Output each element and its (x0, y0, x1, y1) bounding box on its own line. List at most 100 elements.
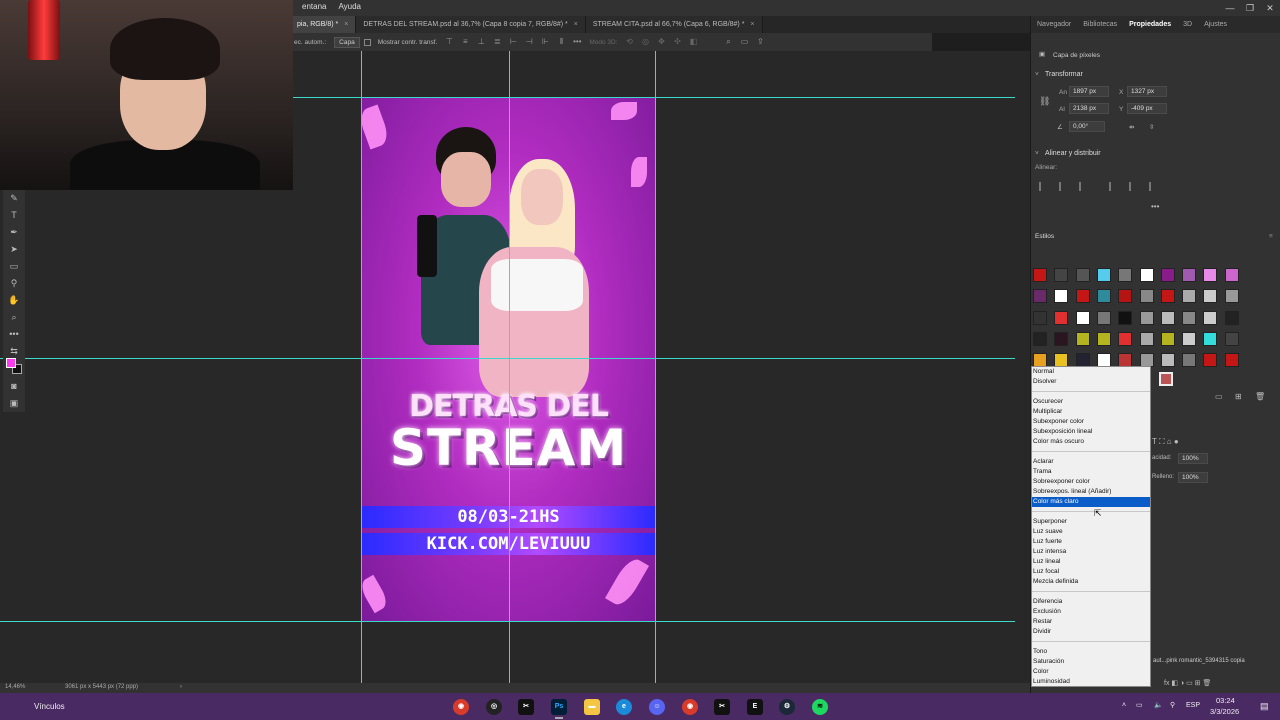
blend-mode-item[interactable]: Disolver (1032, 377, 1150, 387)
style-swatch[interactable] (1118, 289, 1133, 304)
style-swatch[interactable] (1118, 310, 1133, 325)
volume-icon[interactable]: 🔈 (1154, 701, 1163, 709)
show-transform-checkbox[interactable] (363, 38, 371, 46)
status-arrow-icon[interactable]: › (180, 684, 182, 690)
tab-adjustments[interactable]: Ajustes (1198, 21, 1233, 28)
x-field[interactable]: 1327 px (1127, 86, 1167, 97)
style-swatch[interactable] (1182, 353, 1197, 368)
more-icon[interactable]: ••• (1151, 202, 1159, 211)
align-bottom-icon[interactable]: ⊥ (476, 37, 486, 47)
style-swatch[interactable] (1224, 331, 1239, 346)
notifications-icon[interactable]: ▤ (1260, 701, 1269, 712)
angle-field[interactable]: 0,00° (1069, 121, 1105, 132)
blend-mode-item[interactable]: Luz focal (1032, 567, 1150, 577)
blend-mode-item[interactable]: Luz suave (1032, 527, 1150, 537)
style-swatch[interactable] (1203, 289, 1218, 304)
style-swatch[interactable] (1139, 331, 1154, 346)
style-swatch[interactable] (1054, 289, 1069, 304)
menu-window[interactable]: entana (302, 2, 326, 11)
blend-mode-item[interactable]: Dividir (1032, 627, 1150, 637)
chrome-icon[interactable]: ◉ (682, 699, 698, 715)
style-swatch[interactable] (1054, 310, 1069, 325)
style-swatch[interactable] (1075, 331, 1090, 346)
workspace-icon[interactable]: ▭ (740, 37, 750, 47)
type-tool-icon[interactable]: T (3, 207, 25, 224)
close-tab-icon[interactable]: × (344, 21, 348, 28)
photoshop-icon[interactable]: Ps (551, 699, 567, 719)
align-top-edges-icon[interactable] (1109, 182, 1118, 191)
style-swatch[interactable] (1160, 353, 1175, 368)
style-swatch[interactable] (1160, 268, 1175, 282)
capcut-icon[interactable]: ✂ (518, 699, 534, 715)
tab-3d[interactable]: 3D (1177, 21, 1198, 28)
y-field[interactable]: -409 px (1127, 103, 1167, 114)
blend-mode-item[interactable]: Restar (1032, 617, 1150, 627)
transform-title[interactable]: Transformar (1045, 71, 1083, 78)
style-swatch[interactable] (1139, 268, 1154, 282)
quick-mask-icon[interactable]: ◙ (3, 378, 25, 395)
guide-vertical[interactable] (361, 51, 362, 683)
chevron-down-icon[interactable]: ˅ (1035, 71, 1039, 78)
style-swatch[interactable] (1096, 331, 1111, 346)
align-right-icon[interactable]: ⊩ (540, 37, 550, 47)
guide-horizontal[interactable] (293, 97, 1015, 98)
blend-mode-item[interactable]: Tono (1032, 647, 1150, 657)
mic-icon[interactable]: ⚲ (1170, 701, 1175, 709)
align-right-edges-icon[interactable] (1079, 182, 1088, 191)
style-swatch[interactable] (1033, 331, 1047, 346)
panel-menu-icon[interactable]: ≡ (1269, 233, 1273, 240)
tab-properties[interactable]: Propiedades (1123, 21, 1177, 28)
language-indicator[interactable]: ESP (1186, 702, 1200, 709)
style-swatch[interactable] (1224, 310, 1239, 325)
clock-date[interactable]: 3/3/2026 (1210, 707, 1239, 716)
blend-mode-item[interactable]: Aclarar (1032, 457, 1150, 467)
blend-mode-item[interactable]: Sobreexpos. lineal (Añadir) (1032, 487, 1150, 497)
restore-icon[interactable]: ❐ (1240, 0, 1260, 16)
style-swatch[interactable] (1224, 268, 1239, 282)
style-swatch[interactable] (1160, 331, 1175, 346)
style-swatch[interactable] (1182, 289, 1197, 304)
tab-libraries[interactable]: Bibliotecas (1077, 21, 1123, 28)
blend-mode-item[interactable]: Superponer (1032, 517, 1150, 527)
style-swatch-selected[interactable] (1159, 372, 1173, 386)
style-swatch[interactable] (1224, 289, 1239, 304)
menu-help[interactable]: Ayuda (338, 2, 361, 11)
layer-actions-icons[interactable]: fx ◧ ◑ ▭ ⊞ 🗑 (1164, 679, 1280, 687)
align-left-icon[interactable]: ⊢ (508, 37, 518, 47)
style-swatch[interactable] (1118, 268, 1133, 282)
style-swatch[interactable] (1182, 331, 1197, 346)
style-swatch[interactable] (1033, 310, 1047, 325)
style-swatch[interactable] (1075, 289, 1090, 304)
discord-icon[interactable]: ☺ (649, 699, 665, 715)
style-swatch[interactable] (1075, 268, 1090, 282)
blend-mode-item[interactable]: Saturación (1032, 657, 1150, 667)
style-swatch[interactable] (1203, 331, 1218, 346)
style-swatch[interactable] (1075, 310, 1090, 325)
blend-mode-item[interactable]: Diferencia (1032, 597, 1150, 607)
delete-icon[interactable]: 🗑 (1255, 392, 1265, 401)
blend-mode-item[interactable]: Multiplicar (1032, 407, 1150, 417)
blend-mode-item[interactable]: Normal (1032, 367, 1150, 377)
blend-mode-item[interactable]: Sobreexponer color (1032, 477, 1150, 487)
align-bottom-edges-icon[interactable] (1149, 182, 1158, 191)
tab-navigator[interactable]: Navegador (1031, 21, 1077, 28)
opacity-field[interactable]: 100% (1178, 453, 1208, 464)
minimize-icon[interactable]: — (1220, 0, 1240, 16)
style-swatch[interactable] (1182, 310, 1197, 325)
blend-mode-item[interactable]: Luminosidad (1032, 677, 1150, 687)
style-swatch[interactable] (1054, 331, 1069, 346)
align-vertical-centers-icon[interactable] (1129, 182, 1138, 191)
blend-mode-item[interactable]: Color (1032, 667, 1150, 677)
rectangle-tool-icon[interactable]: ▭ (3, 258, 25, 275)
align-left-edges-icon[interactable] (1039, 182, 1048, 191)
clock-time[interactable]: 03:24 (1216, 696, 1235, 705)
eyedropper-tool-icon[interactable]: ⚲ (3, 275, 25, 292)
new-group-icon[interactable]: ▭ (1215, 392, 1223, 401)
fill-field[interactable]: 100% (1178, 472, 1208, 483)
screen-mode-icon[interactable]: ▣ (3, 395, 25, 412)
layer-name[interactable]: aut...pink romantic_5394315 copia (1153, 658, 1271, 664)
blend-mode-item[interactable]: Luz intensa (1032, 547, 1150, 557)
distribute-horizontal-icon[interactable]: ⫴ (556, 37, 566, 47)
more-tools-icon[interactable]: ••• (3, 326, 25, 343)
epic-games-icon[interactable]: E (747, 699, 763, 715)
